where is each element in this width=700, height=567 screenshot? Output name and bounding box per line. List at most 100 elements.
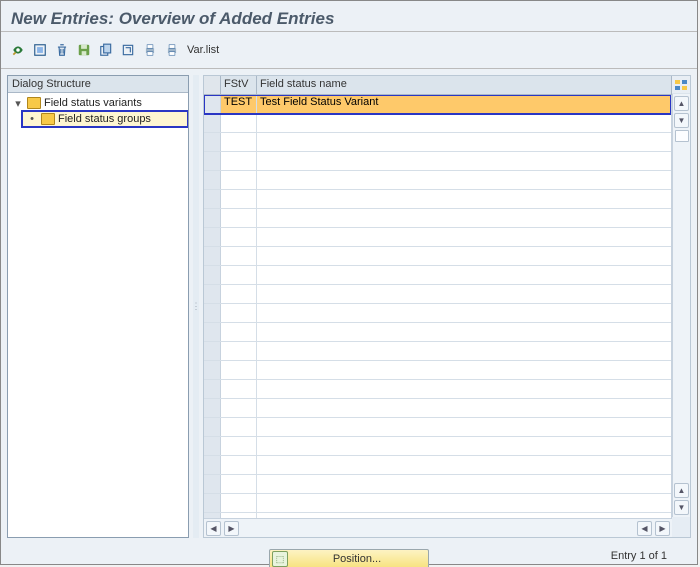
print-varlist-icon[interactable] bbox=[163, 41, 181, 59]
select-all-icon[interactable] bbox=[31, 41, 49, 59]
cell-fstv[interactable] bbox=[221, 114, 257, 132]
row-selector[interactable] bbox=[204, 361, 221, 379]
row-selector[interactable] bbox=[204, 114, 221, 132]
cell-name[interactable] bbox=[257, 475, 671, 493]
cell-fstv[interactable] bbox=[221, 437, 257, 455]
table-row[interactable]: TEST Test Field Status Variant bbox=[204, 95, 671, 114]
cell-fstv[interactable] bbox=[221, 304, 257, 322]
row-selector[interactable] bbox=[204, 494, 221, 512]
cell-fstv[interactable] bbox=[221, 342, 257, 360]
row-selector[interactable] bbox=[204, 323, 221, 341]
table-row[interactable] bbox=[204, 133, 671, 152]
table-row[interactable] bbox=[204, 171, 671, 190]
row-selector[interactable] bbox=[204, 95, 221, 113]
cell-fstv[interactable] bbox=[221, 456, 257, 474]
table-row[interactable] bbox=[204, 456, 671, 475]
cell-fstv[interactable] bbox=[221, 513, 257, 518]
row-selector[interactable] bbox=[204, 247, 221, 265]
tree-item-field-status-variants[interactable]: ▾ Field status variants bbox=[8, 95, 188, 111]
table-row[interactable] bbox=[204, 323, 671, 342]
table-row[interactable] bbox=[204, 494, 671, 513]
position-button[interactable]: ⬚ Position... bbox=[269, 549, 429, 567]
cell-fstv[interactable] bbox=[221, 380, 257, 398]
cell-fstv[interactable] bbox=[221, 171, 257, 189]
cell-fstv[interactable] bbox=[221, 361, 257, 379]
toggle-display-icon[interactable] bbox=[9, 41, 27, 59]
cell-name[interactable] bbox=[257, 342, 671, 360]
row-selector[interactable] bbox=[204, 228, 221, 246]
cell-name[interactable]: Test Field Status Variant bbox=[257, 95, 671, 113]
copy-as-icon[interactable] bbox=[97, 41, 115, 59]
cell-fstv[interactable] bbox=[221, 190, 257, 208]
row-selector[interactable] bbox=[204, 209, 221, 227]
table-row[interactable] bbox=[204, 304, 671, 323]
row-selector[interactable] bbox=[204, 190, 221, 208]
row-selector[interactable] bbox=[204, 342, 221, 360]
horizontal-scrollbar[interactable]: ◀ ▶ ◀ ▶ bbox=[204, 518, 672, 537]
varlist-label[interactable]: Var.list bbox=[187, 44, 219, 56]
table-row[interactable] bbox=[204, 475, 671, 494]
cell-fstv[interactable] bbox=[221, 323, 257, 341]
cell-name[interactable] bbox=[257, 323, 671, 341]
row-selector[interactable] bbox=[204, 266, 221, 284]
tree-item-field-status-groups[interactable]: • Field status groups bbox=[22, 111, 188, 127]
cell-name[interactable] bbox=[257, 152, 671, 170]
row-selector[interactable] bbox=[204, 133, 221, 151]
cell-name[interactable] bbox=[257, 247, 671, 265]
scroll-thumb[interactable] bbox=[675, 130, 689, 142]
row-selector[interactable] bbox=[204, 437, 221, 455]
cell-fstv[interactable] bbox=[221, 133, 257, 151]
expand-collapse-icon[interactable]: ▾ bbox=[12, 97, 24, 110]
undo-icon[interactable] bbox=[119, 41, 137, 59]
row-selector[interactable] bbox=[204, 380, 221, 398]
table-row[interactable] bbox=[204, 418, 671, 437]
cell-name[interactable] bbox=[257, 171, 671, 189]
cell-fstv[interactable] bbox=[221, 266, 257, 284]
cell-name[interactable] bbox=[257, 114, 671, 132]
scroll-up-small-icon[interactable]: ▲ bbox=[674, 483, 689, 498]
table-row[interactable] bbox=[204, 399, 671, 418]
cell-fstv[interactable] bbox=[221, 209, 257, 227]
cell-name[interactable] bbox=[257, 266, 671, 284]
row-selector[interactable] bbox=[204, 171, 221, 189]
cell-fstv[interactable] bbox=[221, 399, 257, 417]
row-selector[interactable] bbox=[204, 399, 221, 417]
table-row[interactable] bbox=[204, 380, 671, 399]
splitter-handle[interactable]: ⋮ bbox=[193, 75, 199, 538]
cell-name[interactable] bbox=[257, 133, 671, 151]
row-selector[interactable] bbox=[204, 418, 221, 436]
cell-fstv[interactable] bbox=[221, 228, 257, 246]
row-selector[interactable] bbox=[204, 152, 221, 170]
cell-name[interactable] bbox=[257, 418, 671, 436]
column-header-fstv[interactable]: FStV bbox=[221, 76, 257, 94]
cell-fstv[interactable] bbox=[221, 285, 257, 303]
scroll-left-small-icon[interactable]: ◀ bbox=[637, 521, 652, 536]
table-row[interactable] bbox=[204, 266, 671, 285]
save-icon[interactable] bbox=[75, 41, 93, 59]
table-row[interactable] bbox=[204, 209, 671, 228]
cell-fstv[interactable] bbox=[221, 247, 257, 265]
table-row[interactable] bbox=[204, 152, 671, 171]
table-row[interactable] bbox=[204, 190, 671, 209]
cell-name[interactable] bbox=[257, 190, 671, 208]
table-row[interactable] bbox=[204, 285, 671, 304]
table-row[interactable] bbox=[204, 342, 671, 361]
scroll-right-small-icon[interactable]: ▶ bbox=[224, 521, 239, 536]
row-selector[interactable] bbox=[204, 456, 221, 474]
column-header-name[interactable]: Field status name bbox=[257, 76, 672, 94]
delete-icon[interactable] bbox=[53, 41, 71, 59]
cell-name[interactable] bbox=[257, 285, 671, 303]
print-icon[interactable] bbox=[141, 41, 159, 59]
cell-name[interactable] bbox=[257, 513, 671, 518]
cell-fstv[interactable]: TEST bbox=[221, 95, 257, 113]
cell-name[interactable] bbox=[257, 209, 671, 227]
cell-name[interactable] bbox=[257, 304, 671, 322]
cell-name[interactable] bbox=[257, 399, 671, 417]
table-row[interactable] bbox=[204, 247, 671, 266]
row-selector[interactable] bbox=[204, 304, 221, 322]
vertical-scrollbar[interactable]: ▲ ▼ ▲ ▼ bbox=[672, 94, 690, 517]
table-row[interactable] bbox=[204, 437, 671, 456]
cell-name[interactable] bbox=[257, 361, 671, 379]
cell-name[interactable] bbox=[257, 380, 671, 398]
cell-fstv[interactable] bbox=[221, 475, 257, 493]
